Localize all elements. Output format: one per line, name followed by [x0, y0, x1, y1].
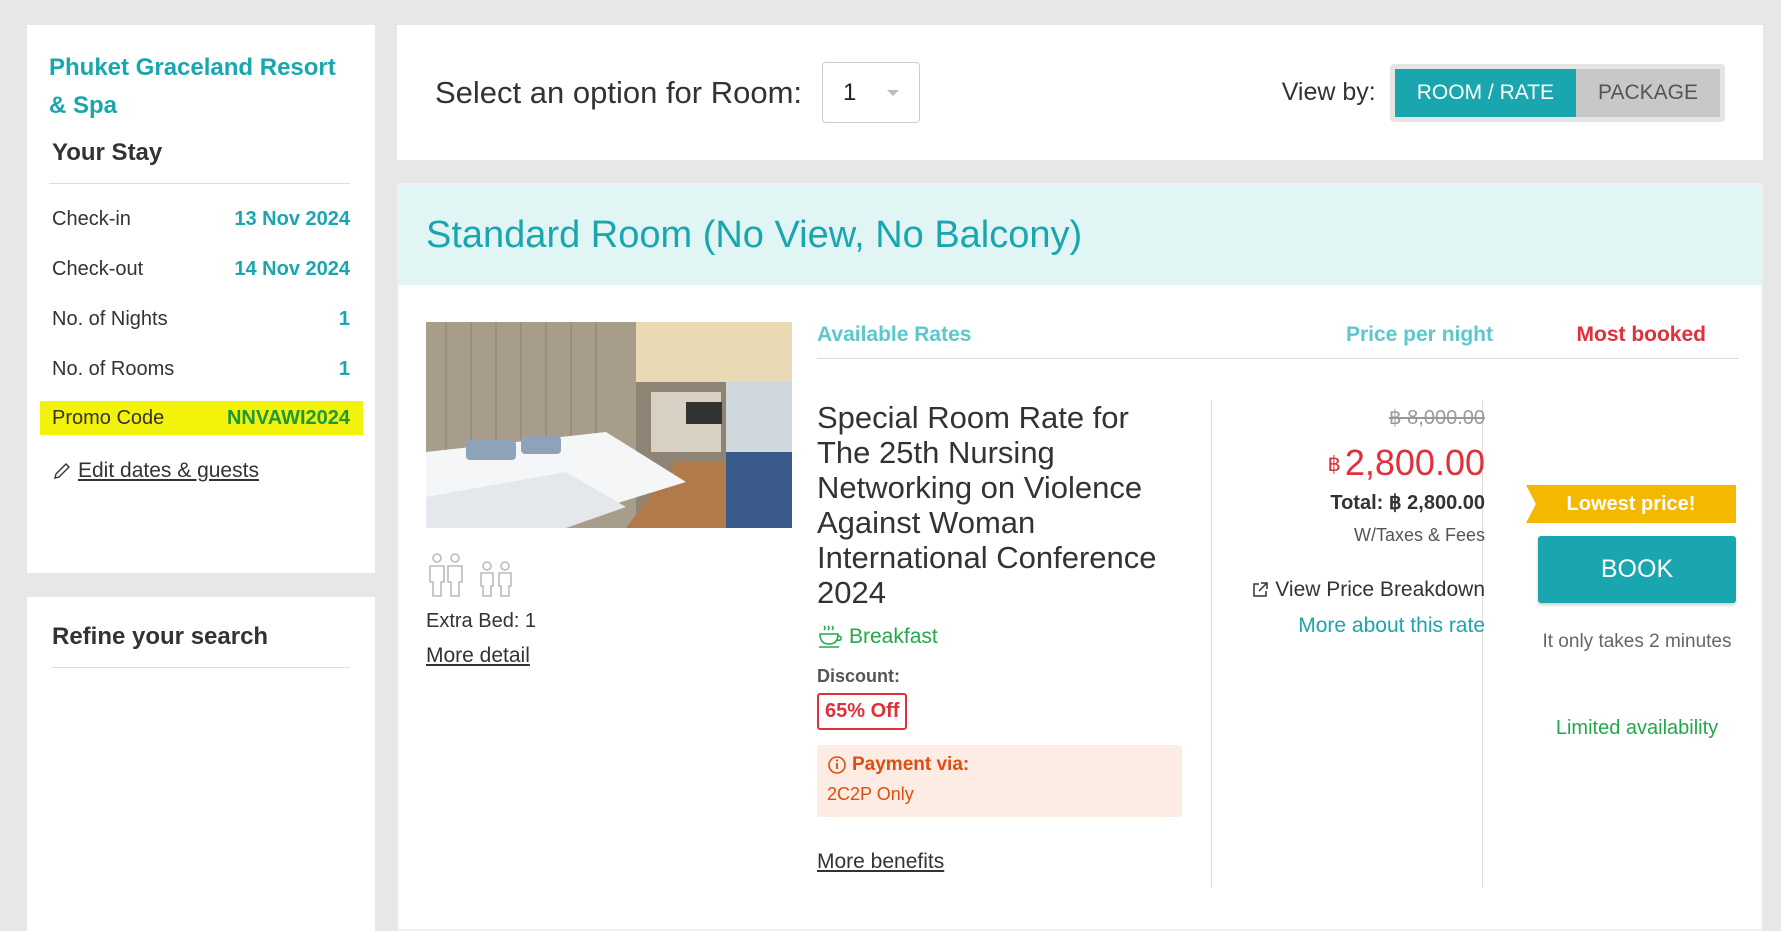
extra-bed-text: Extra Bed: 1 — [426, 610, 537, 632]
checkout-label: Check-out — [52, 257, 144, 280]
more-about-rate-link[interactable]: More about this rate — [1205, 614, 1485, 638]
edit-dates-guests-label: Edit dates & guests — [78, 459, 259, 482]
room-number-select[interactable]: 1 — [822, 62, 921, 123]
select-room-label: Select an option for Room: — [435, 74, 803, 110]
room-number-value: 1 — [843, 78, 857, 106]
checkout-row: Check-out 14 Nov 2024 — [49, 244, 350, 294]
room-card: Standard Room (No View, No Balcony) Extr… — [397, 183, 1763, 931]
room-title: Standard Room (No View, No Balcony) — [399, 185, 1761, 285]
payment-label: Payment via: — [852, 754, 970, 775]
tax-note: W/Taxes & Fees — [1353, 525, 1485, 545]
refine-search-card: Refine your search — [27, 597, 375, 931]
view-by-toggle: ROOM / RATE PACKAGE — [1389, 63, 1725, 122]
room-photo[interactable] — [426, 322, 792, 528]
package-button[interactable]: PACKAGE — [1576, 68, 1720, 117]
checkin-row: Check-in 13 Nov 2024 — [49, 194, 350, 244]
book-button[interactable]: BOOK — [1538, 536, 1736, 603]
available-rates-header: Available Rates — [817, 323, 972, 346]
room-option-bar: Select an option for Room: 1 View by: RO… — [397, 25, 1763, 160]
room-rate-button[interactable]: ROOM / RATE — [1394, 68, 1577, 117]
info-icon — [828, 756, 846, 774]
room-photo-image — [426, 322, 792, 528]
promo-code-row: Promo Code NNVAWI2024 — [40, 401, 363, 435]
breakfast-inclusion: Breakfast — [817, 624, 1187, 650]
view-price-breakdown-link[interactable]: View Price Breakdown — [1205, 578, 1485, 602]
promo-code-label: Promo Code — [52, 406, 165, 429]
refine-search-title: Refine your search — [52, 623, 350, 668]
discount-badge: 65% Off — [817, 693, 908, 730]
rooms-row: No. of Rooms 1 — [49, 344, 350, 394]
payment-notice: Payment via: 2C2P Only — [817, 745, 1182, 817]
original-price: ฿ 8,000.00 — [1388, 407, 1485, 429]
most-booked-header: Most booked — [1576, 323, 1707, 346]
currency-symbol: ฿ — [1327, 453, 1341, 476]
occupancy-icons — [426, 552, 516, 598]
breakfast-label: Breakfast — [849, 625, 938, 648]
rate-info: Special Room Rate for The 25th Nursing N… — [817, 400, 1187, 874]
booking-time-note: It only takes 2 minutes — [1542, 631, 1732, 652]
checkout-value: 14 Nov 2024 — [234, 257, 350, 280]
external-link-icon — [1253, 582, 1269, 597]
hotel-name: Phuket Graceland Resort & Spa — [49, 54, 336, 119]
current-price-value: 2,800.00 — [1344, 442, 1485, 483]
current-price: ฿ 2,800.00 — [1205, 442, 1485, 484]
nights-label: No. of Nights — [52, 307, 168, 330]
view-price-breakdown-label: View Price Breakdown — [1275, 578, 1485, 601]
rooms-label: No. of Rooms — [52, 357, 175, 380]
two-adults-icon — [429, 553, 463, 597]
pencil-icon — [54, 463, 70, 479]
limited-availability-text: Limited availability — [1555, 717, 1719, 739]
coffee-cup-icon — [819, 625, 842, 648]
promo-code-value: NNVAWI2024 — [226, 406, 350, 429]
your-stay-card: Phuket Graceland Resort & Spa Your Stay … — [27, 25, 375, 573]
two-children-icon — [480, 561, 512, 597]
payment-title: Payment via: — [827, 754, 1172, 776]
rooms-value: 1 — [338, 357, 350, 380]
price-per-night-header: Price per night — [1345, 323, 1493, 346]
nights-row: No. of Nights 1 — [49, 294, 350, 344]
your-stay-title: Your Stay — [49, 125, 350, 184]
rate-name: Special Room Rate for The 25th Nursing N… — [817, 400, 1157, 610]
discount-label: Discount: — [817, 666, 900, 686]
more-detail-link[interactable]: More detail — [426, 644, 530, 668]
checkin-label: Check-in — [52, 207, 131, 230]
more-benefits-link[interactable]: More benefits — [817, 850, 944, 874]
price-column: ฿ 8,000.00 ฿ 2,800.00 Total: ฿ 2,800.00 W… — [1205, 405, 1485, 638]
chevron-down-icon — [887, 89, 900, 96]
checkin-value: 13 Nov 2024 — [234, 207, 350, 230]
view-by-label: View by: — [1281, 78, 1376, 106]
rates-table-header: Available Rates Price per night Most boo… — [817, 323, 1739, 359]
total-price: Total: ฿ 2,800.00 — [1330, 492, 1485, 514]
edit-dates-guests-link[interactable]: Edit dates & guests — [49, 459, 350, 483]
view-by-group: View by: ROOM / RATE PACKAGE — [1281, 63, 1725, 122]
nights-value: 1 — [338, 307, 350, 330]
payment-method: 2C2P Only — [827, 784, 914, 804]
lowest-price-badge: Lowest price! — [1526, 485, 1736, 523]
